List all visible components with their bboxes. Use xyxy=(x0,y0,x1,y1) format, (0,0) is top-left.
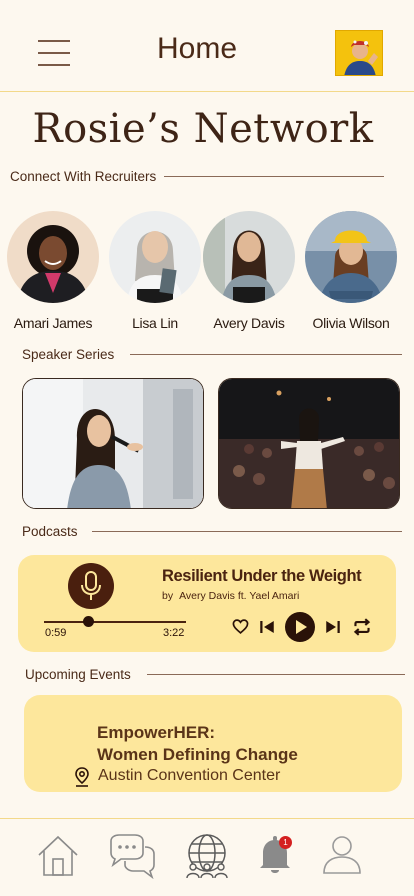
event-location: Austin Convention Center xyxy=(98,767,281,784)
recruiters-section-header: Connect With Recruiters xyxy=(10,169,384,184)
location-pin-icon xyxy=(75,767,89,787)
play-icon[interactable] xyxy=(285,612,315,642)
heart-icon[interactable] xyxy=(232,618,249,635)
speaker-video-2[interactable] xyxy=(218,378,400,509)
chat-icon[interactable] xyxy=(107,833,157,879)
recruiter-name: Lisa Lin xyxy=(132,315,178,331)
recruiters-section-label: Connect With Recruiters xyxy=(10,169,157,184)
recruiter-photo xyxy=(109,211,201,303)
repeat-icon[interactable] xyxy=(352,618,372,636)
profile-avatar[interactable] xyxy=(335,30,383,76)
recruiter-photo xyxy=(203,211,295,303)
total-duration: 3:22 xyxy=(163,627,185,639)
podcasts-section-header: Podcasts xyxy=(22,524,402,539)
profile-icon[interactable] xyxy=(320,833,364,877)
skip-forward-icon[interactable] xyxy=(324,618,342,636)
notification-badge: 1 xyxy=(279,836,292,849)
speakers-section-header: Speaker Series xyxy=(22,347,402,362)
recruiter-name: Avery Davis xyxy=(213,315,285,331)
recruiter-lisa-lin[interactable]: Lisa Lin xyxy=(109,211,201,331)
notifications-button[interactable]: 1 xyxy=(257,833,297,877)
section-divider xyxy=(146,673,405,676)
network-title: Rosie’s Network xyxy=(32,106,374,152)
event-card[interactable]: EmpowerHER: Women Defining Change Austin… xyxy=(24,695,402,792)
recruiter-olivia-wilson[interactable]: Olivia Wilson xyxy=(301,211,401,331)
podcasts-section-label: Podcasts xyxy=(22,524,78,539)
podcast-by-label: by xyxy=(162,590,174,602)
podcast-authors: by Avery Davis ft. Yael Amari xyxy=(162,590,299,602)
event-title-line-2: Women Defining Change xyxy=(97,745,298,764)
recruiter-photo xyxy=(305,211,397,303)
progress-handle[interactable] xyxy=(82,616,94,627)
speakers-section-label: Speaker Series xyxy=(22,347,115,362)
bottom-tab-bar: 1 xyxy=(0,818,414,896)
microphone-icon xyxy=(68,563,114,609)
section-divider xyxy=(164,175,384,178)
network-globe-icon[interactable] xyxy=(183,833,231,879)
speaker-video-1[interactable] xyxy=(22,378,204,509)
recruiter-avery-davis[interactable]: Avery Davis xyxy=(203,211,295,331)
events-section-header: Upcoming Events xyxy=(25,667,405,682)
elapsed-time: 0:59 xyxy=(45,627,67,639)
events-section-label: Upcoming Events xyxy=(25,667,131,682)
skip-back-icon[interactable] xyxy=(258,618,276,636)
podcast-author-names: Avery Davis ft. Yael Amari xyxy=(179,590,300,602)
event-title-line-1: EmpowerHER: xyxy=(97,723,216,742)
progress-bar[interactable] xyxy=(44,621,186,623)
recruiter-name: Olivia Wilson xyxy=(312,315,390,331)
section-divider xyxy=(91,530,402,533)
podcast-title[interactable]: Resilient Under the Weight xyxy=(162,567,362,586)
home-icon[interactable] xyxy=(36,833,80,877)
recruiter-amari-james[interactable]: Amari James xyxy=(5,211,101,331)
app-header: Home xyxy=(0,0,414,92)
section-divider xyxy=(130,353,402,356)
recruiter-photo xyxy=(7,211,99,303)
podcast-player: Resilient Under the Weight by Avery Davis… xyxy=(18,555,396,652)
event-title: EmpowerHER: Women Defining Change xyxy=(97,722,298,766)
recruiter-name: Amari James xyxy=(13,315,93,331)
